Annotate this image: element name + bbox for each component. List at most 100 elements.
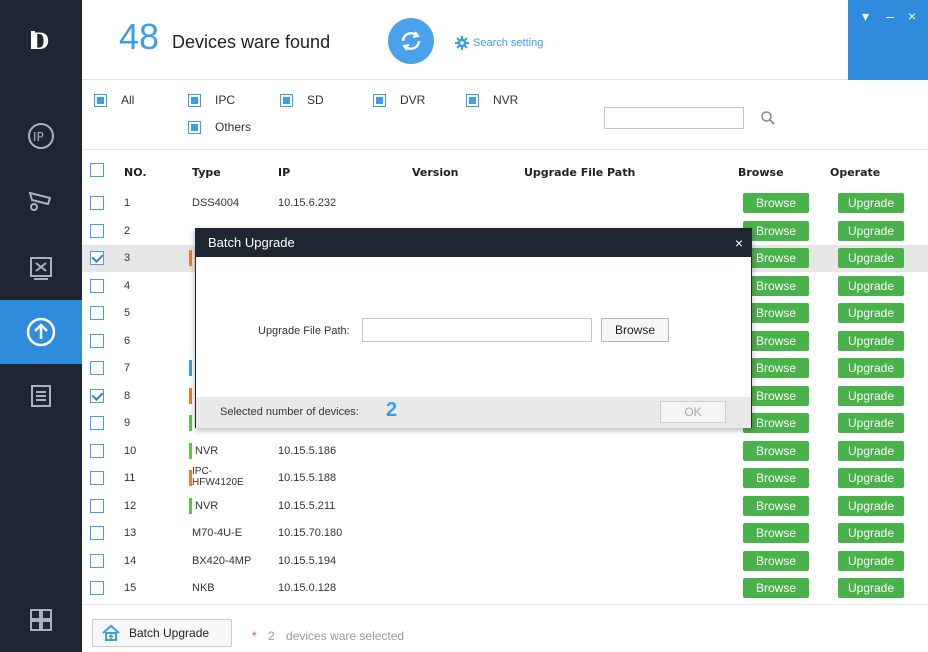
row-checkbox[interactable]: [90, 306, 104, 320]
col-ip: IP: [278, 166, 291, 179]
row-browse-button[interactable]: Browse: [743, 413, 809, 433]
filter-nvr-checkbox[interactable]: [466, 93, 479, 107]
row-no: 10: [124, 444, 137, 457]
filter-others[interactable]: Others: [188, 120, 251, 134]
row-upgrade-button[interactable]: Upgrade: [838, 220, 904, 241]
row-upgrade-button[interactable]: Upgrade: [838, 550, 904, 571]
select-all-checkbox[interactable]: [90, 163, 104, 177]
sidebar-camera-button[interactable]: [0, 168, 82, 232]
row-upgrade-button[interactable]: Upgrade: [838, 440, 904, 461]
row-checkbox[interactable]: [90, 251, 104, 265]
app-logo: D: [0, 0, 82, 80]
search-icon[interactable]: [760, 110, 776, 126]
dialog-close-icon[interactable]: ×: [735, 229, 743, 257]
row-browse-button[interactable]: Browse: [743, 303, 809, 323]
file-path-input[interactable]: [362, 318, 592, 342]
row-browse-button[interactable]: Browse: [743, 578, 809, 598]
row-checkbox[interactable]: [90, 498, 104, 513]
filter-dvr-checkbox[interactable]: [373, 93, 386, 107]
row-browse-button[interactable]: Browse: [743, 248, 809, 268]
filter-ipc[interactable]: IPC: [188, 93, 235, 107]
filter-others-checkbox[interactable]: [188, 120, 201, 134]
filter-label: NVR: [493, 93, 519, 107]
menu-dropdown-icon[interactable]: ▾: [862, 8, 869, 25]
table-header: NO. Type IP Version Upgrade File Path Br…: [82, 150, 928, 190]
row-upgrade-button[interactable]: Upgrade: [838, 275, 904, 296]
row-checkbox[interactable]: [90, 388, 104, 403]
row-browse-button[interactable]: Browse: [743, 385, 809, 406]
row-upgrade-button[interactable]: Upgrade: [838, 578, 904, 598]
ok-button[interactable]: OK: [660, 401, 726, 423]
footer: Batch Upgrade * 2 devices ware selected: [82, 604, 928, 652]
row-upgrade-button[interactable]: Upgrade: [838, 330, 904, 351]
row-no: 8: [124, 389, 131, 402]
row-upgrade-button[interactable]: Upgrade: [838, 495, 904, 516]
row-browse-button[interactable]: Browse: [743, 275, 809, 296]
svg-text:IP: IP: [33, 130, 44, 144]
table-row[interactable]: 13 M70-4U-E 10.15.70.180 Browse Upgrade: [82, 520, 928, 547]
row-checkbox[interactable]: [90, 471, 104, 485]
row-checkbox[interactable]: [90, 333, 104, 348]
sidebar-tools-button[interactable]: [0, 236, 82, 300]
row-upgrade-button[interactable]: Upgrade: [838, 468, 904, 488]
filter-nvr[interactable]: NVR: [466, 93, 518, 107]
row-checkbox[interactable]: [90, 581, 104, 595]
table-row[interactable]: 14 BX420-4MP 10.15.5.194 Browse Upgrade: [82, 548, 928, 575]
batch-upgrade-button[interactable]: Batch Upgrade: [92, 619, 232, 647]
row-upgrade-button[interactable]: Upgrade: [838, 413, 904, 433]
row-upgrade-button[interactable]: Upgrade: [838, 385, 904, 406]
row-checkbox[interactable]: [90, 361, 104, 375]
col-operate: Operate: [830, 166, 881, 179]
filter-dvr[interactable]: DVR: [373, 93, 425, 107]
selected-count: 2: [268, 629, 275, 643]
minimize-icon[interactable]: –: [886, 8, 894, 24]
refresh-button[interactable]: [388, 18, 434, 64]
row-browse-button[interactable]: Browse: [743, 550, 809, 571]
row-browse-button[interactable]: Browse: [743, 495, 809, 516]
search-setting-link[interactable]: Search setting: [455, 36, 543, 50]
sidebar-grid-button[interactable]: [0, 588, 82, 652]
sidebar-ip-button[interactable]: IP: [0, 104, 82, 168]
row-browse-button[interactable]: Browse: [743, 220, 809, 241]
close-window-icon[interactable]: ×: [908, 8, 916, 24]
row-browse-button[interactable]: Browse: [743, 330, 809, 351]
dialog-browse-button[interactable]: Browse: [601, 318, 669, 342]
row-type: BX420-4MP: [192, 554, 252, 567]
row-checkbox[interactable]: [90, 526, 104, 540]
sidebar-docs-button[interactable]: [0, 364, 82, 428]
row-checkbox[interactable]: [90, 196, 104, 210]
row-upgrade-button[interactable]: Upgrade: [838, 248, 904, 268]
row-browse-button[interactable]: Browse: [743, 440, 809, 461]
filter-all-checkbox[interactable]: [94, 93, 107, 107]
row-checkbox[interactable]: [90, 278, 104, 293]
filter-sd-checkbox[interactable]: [280, 93, 293, 107]
table-row[interactable]: 15 NKB 10.15.0.128 Browse Upgrade: [82, 575, 928, 602]
window-controls: ▾ – ×: [848, 0, 928, 80]
search-input[interactable]: [604, 107, 744, 129]
table-row[interactable]: 1 DSS4004 10.15.6.232 Browse Upgrade: [82, 190, 928, 217]
sidebar-upgrade-button[interactable]: [0, 300, 82, 364]
row-browse-button[interactable]: Browse: [743, 523, 809, 543]
row-ip: 10.15.5.211: [278, 499, 336, 512]
row-upgrade-button[interactable]: Upgrade: [838, 523, 904, 543]
filter-all[interactable]: All: [94, 93, 134, 107]
filter-sd[interactable]: SD: [280, 93, 324, 107]
row-no: 1: [124, 197, 131, 209]
row-upgrade-button[interactable]: Upgrade: [838, 193, 904, 213]
row-checkbox[interactable]: [90, 553, 104, 568]
table-row[interactable]: 11 IPC- HFW4120E 10.15.5.188 Browse Upgrade: [82, 465, 928, 492]
row-browse-button[interactable]: Browse: [743, 193, 809, 213]
table-row[interactable]: 12 NVR 10.15.5.211 Browse Upgrade: [82, 493, 928, 520]
row-checkbox[interactable]: [90, 443, 104, 458]
filter-ipc-checkbox[interactable]: [188, 93, 201, 107]
row-checkbox[interactable]: [90, 223, 104, 238]
row-upgrade-button[interactable]: Upgrade: [838, 358, 904, 378]
table-row[interactable]: 10 NVR 10.15.5.186 Browse Upgrade: [82, 438, 928, 465]
col-version: Version: [412, 166, 459, 179]
row-checkbox[interactable]: [90, 416, 104, 430]
row-no: 3: [124, 252, 131, 264]
device-count: 48: [119, 16, 160, 57]
row-browse-button[interactable]: Browse: [743, 358, 809, 378]
row-browse-button[interactable]: Browse: [743, 468, 809, 488]
row-upgrade-button[interactable]: Upgrade: [838, 303, 904, 323]
